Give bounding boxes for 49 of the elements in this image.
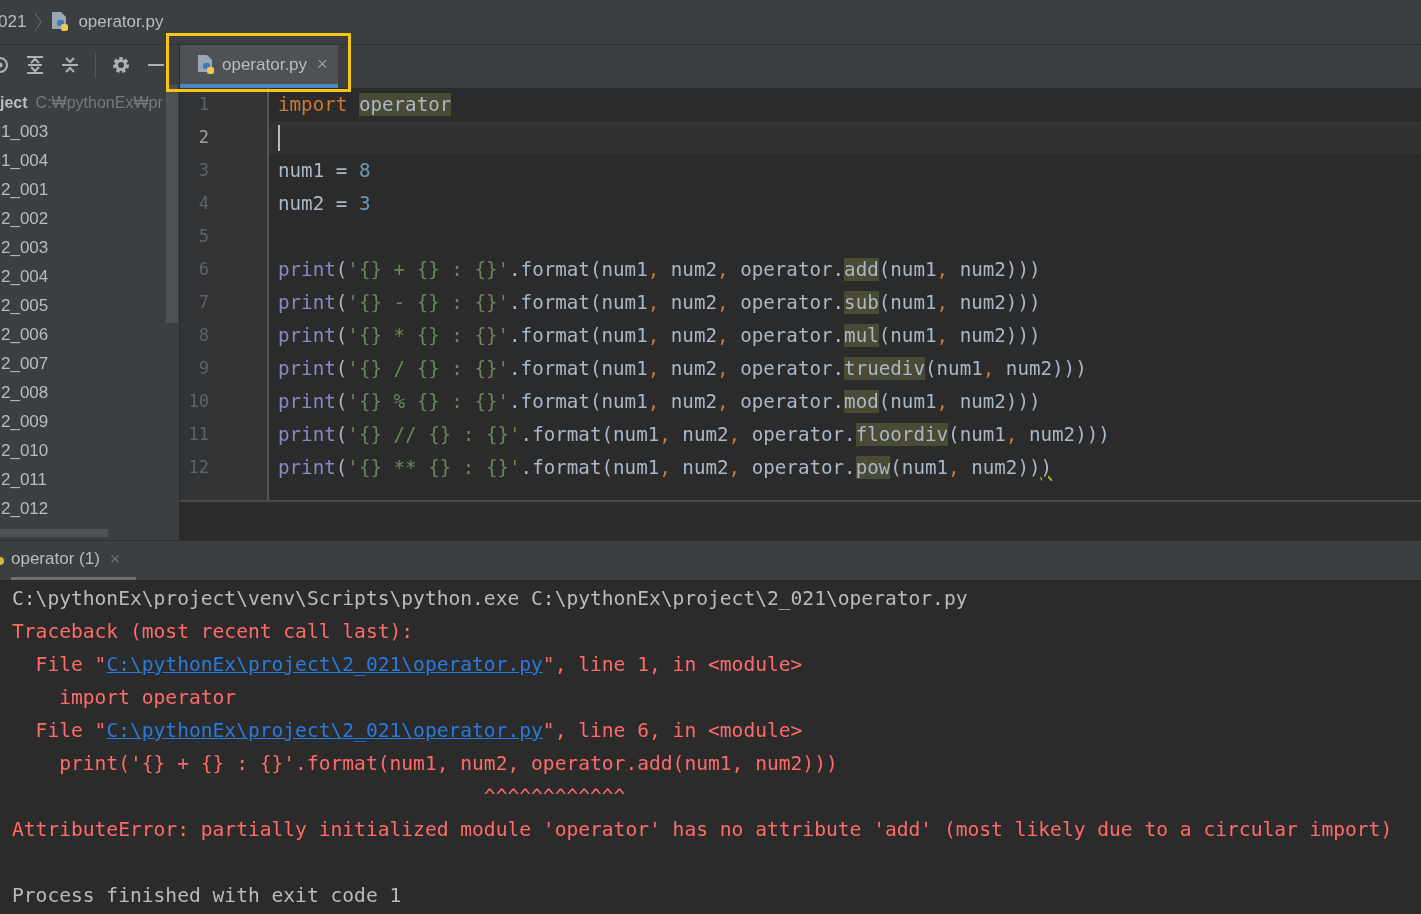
- tree-item[interactable]: 2_007: [0, 349, 49, 378]
- chevron-right-icon: [34, 12, 43, 32]
- tree-item[interactable]: 2_001: [0, 175, 49, 204]
- scrollbar[interactable]: [166, 85, 178, 323]
- tree-item[interactable]: 2_008: [0, 378, 49, 407]
- tree-item[interactable]: 1_003: [0, 117, 49, 146]
- tree-item[interactable]: 2_004: [0, 262, 49, 291]
- code-line: print('{} + {} : {}'.format(num1, num2, operator.add(num1, num2))): [278, 257, 1041, 283]
- code-line: print('{} * {} : {}'.format(num1, num2, operator.mul(num1, num2))): [278, 323, 1041, 349]
- console-line: Traceback (most recent call last):: [12, 619, 414, 645]
- tree-item[interactable]: 2_012: [0, 494, 49, 523]
- tree-item[interactable]: 2_006: [0, 320, 49, 349]
- expand-all-icon[interactable]: [25, 55, 45, 75]
- code-line: print('{} % {} : {}'.format(num1, num2, operator.mod(num1, num2))): [278, 389, 1041, 415]
- tree-item[interactable]: 2_010: [0, 436, 49, 465]
- code-line: num1 = 8: [278, 158, 371, 184]
- console-line: File "C:\pythonEx\project\2_021\operator.py", line 1, in <module>: [34, 652, 803, 678]
- file-link[interactable]: C:\pythonEx\project\2_021\operator.py: [106, 653, 543, 676]
- python-file-icon: [50, 11, 71, 33]
- collapse-all-icon[interactable]: [60, 55, 80, 75]
- breadcrumb-item[interactable]: operator.py: [78, 9, 164, 35]
- code-line: print('{} - {} : {}'.format(num1, num2, operator.sub(num1, num2))): [278, 290, 1041, 316]
- editor-tab[interactable]: operator.py ×: [180, 45, 338, 88]
- code-line: print('{} ** {} : {}'.format(num1, num2, operator.pow(num1, num2))): [278, 455, 1053, 481]
- tree-item[interactable]: 2_002: [0, 204, 49, 233]
- python-file-icon: [196, 53, 216, 76]
- console-line: C:\pythonEx\project\venv\Scripts\python.exe C:\pythonEx\project\2_021\operator.py: [12, 586, 968, 612]
- console-line: ^^^^^^^^^^^^: [482, 784, 626, 810]
- console-line: AttributeError: partially initialized module 'operator' has no attribute 'add' (most likely due to a circular import): [12, 817, 1393, 843]
- tree-item[interactable]: 2_003: [0, 233, 49, 262]
- tree-item[interactable]: 1_004: [0, 146, 49, 175]
- console-line: print('{} + {} : {}'.format(num1, num2, operator.add(num1, num2))): [58, 751, 838, 777]
- code-line: import operator: [278, 92, 452, 118]
- console-line: File "C:\pythonEx\project\2_021\operator.py", line 6, in <module>: [34, 718, 803, 744]
- tree-item[interactable]: 2_009: [0, 407, 49, 436]
- code-line: print('{} / {} : {}'.format(num1, num2, operator.truediv(num1, num2))): [278, 356, 1087, 382]
- project-path: C:₩pythonEx₩pr: [35, 93, 163, 113]
- text-caret: [278, 124, 280, 151]
- tree-item[interactable]: 2_011: [0, 465, 47, 494]
- line-number: 2: [198, 126, 210, 149]
- settings-icon[interactable]: [111, 55, 131, 75]
- console-line: Process finished with exit code 1: [12, 883, 402, 909]
- console-line: import operator: [58, 685, 237, 711]
- code-line: num2 = 3: [278, 191, 371, 217]
- close-icon[interactable]: ×: [317, 51, 328, 78]
- tree-item[interactable]: 2_005: [0, 291, 49, 320]
- file-link[interactable]: C:\pythonEx\project\2_021\operator.py: [106, 719, 543, 742]
- code-line: print('{} // {} : {}'.format(num1, num2, operator.floordiv(num1, num2))): [278, 422, 1110, 448]
- panel-title: ject: [0, 93, 28, 113]
